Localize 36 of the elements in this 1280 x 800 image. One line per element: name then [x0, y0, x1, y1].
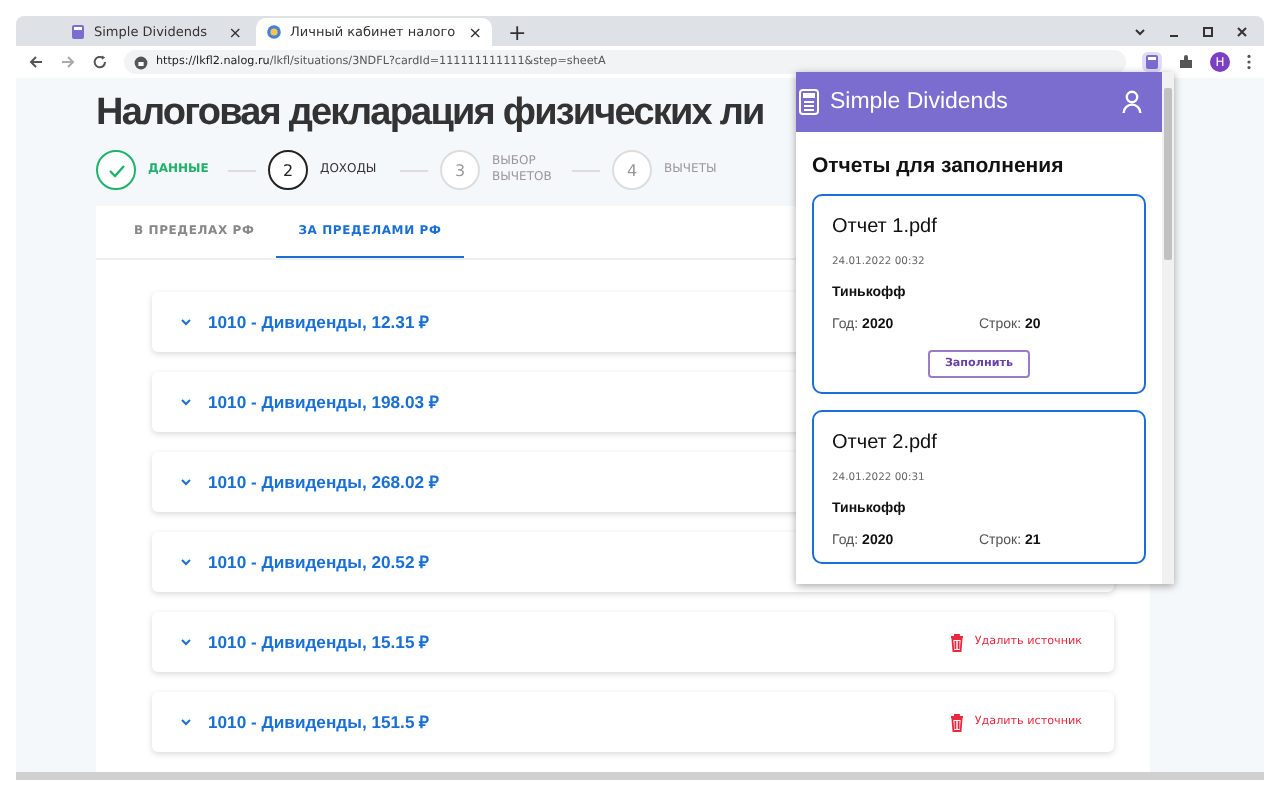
new-tab-button[interactable]: + [496, 20, 539, 46]
popup-title: Simple Dividends [830, 90, 1010, 114]
income-label: 1010 - Дивиденды, 12.31 ₽ [208, 310, 430, 334]
calculator-icon [70, 24, 86, 40]
income-label: 1010 - Дивиденды, 15.15 ₽ [208, 630, 430, 654]
popup-heading: Отчеты для заполнения [812, 154, 1066, 178]
close-icon[interactable] [1236, 25, 1248, 37]
trash-icon [950, 633, 965, 651]
report-name: Отчет 1.pdf [832, 216, 939, 238]
scrollbar[interactable] [1162, 72, 1174, 584]
calculator-icon [796, 88, 824, 116]
income-label: 1010 - Дивиденды, 20.52 ₽ [208, 550, 430, 574]
check-icon [107, 163, 125, 177]
chevron-down-icon[interactable] [180, 318, 192, 326]
step-indicator: 2 [268, 150, 308, 190]
trash-icon [950, 713, 965, 731]
report-name: Отчет 2.pdf [832, 432, 939, 454]
chevron-down-icon[interactable] [180, 398, 192, 406]
chevron-down-icon[interactable] [180, 718, 192, 726]
income-label: 1010 - Дивиденды, 268.02 ₽ [208, 470, 439, 494]
more-icon[interactable] [1246, 54, 1252, 70]
chevron-down-icon[interactable] [180, 558, 192, 566]
reload-icon[interactable] [92, 54, 108, 70]
chevron-down-icon[interactable] [1134, 25, 1146, 37]
step-indicator: 3 [440, 150, 480, 190]
step-indicator: 4 [612, 150, 652, 190]
maximize-icon[interactable] [1202, 25, 1214, 37]
globe-icon [266, 24, 282, 40]
income-label: 1010 - Дивиденды, 151.5 ₽ [208, 710, 430, 734]
page-title: Налоговая декларация физических ли [96, 92, 764, 136]
chevron-down-icon[interactable] [180, 478, 192, 486]
income-label: 1010 - Дивиденды, 198.03 ₽ [208, 390, 439, 414]
extension-button[interactable] [1142, 52, 1162, 72]
chevron-down-icon[interactable] [180, 638, 192, 646]
back-icon[interactable] [28, 54, 44, 70]
user-icon[interactable] [1122, 90, 1142, 114]
